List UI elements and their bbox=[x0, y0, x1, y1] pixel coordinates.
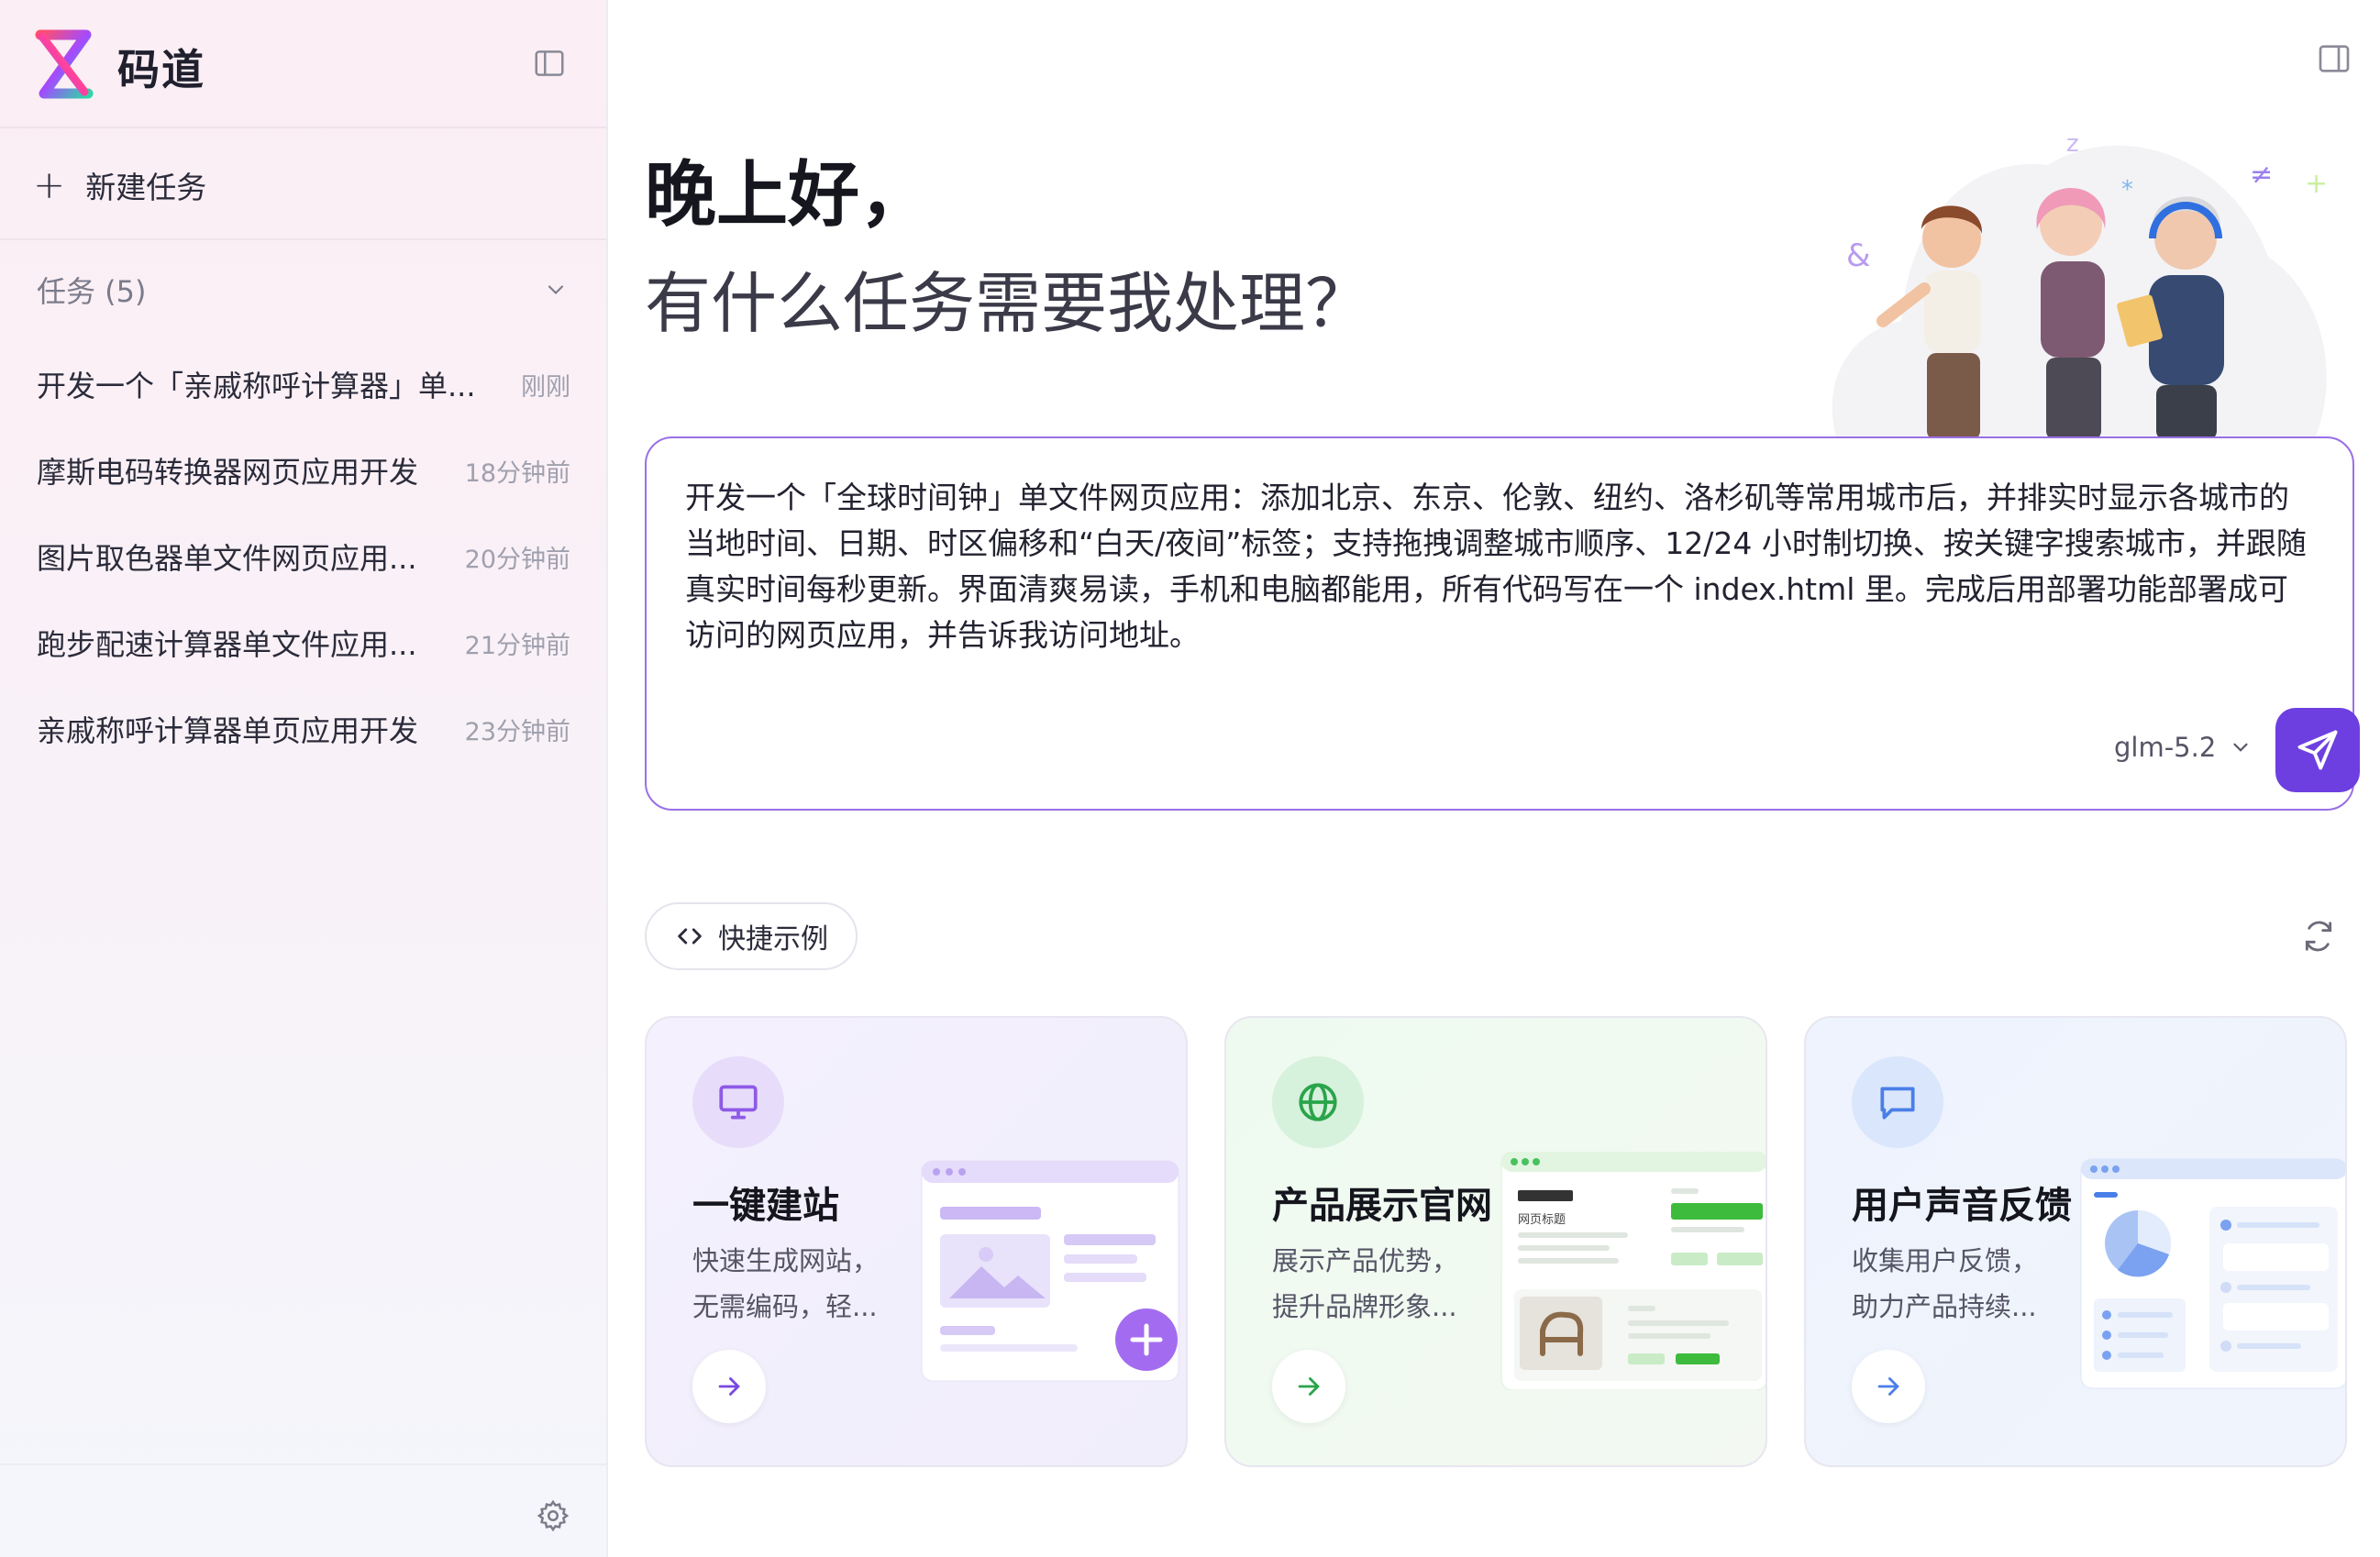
svg-text:z: z bbox=[2066, 130, 2079, 158]
model-label: glm-5.2 bbox=[2114, 732, 2217, 763]
preview-heading: 网页标题 bbox=[1518, 1213, 1566, 1227]
task-time: 21分钟前 bbox=[464, 631, 570, 660]
example-card-feedback[interactable]: 用户声音反馈 收集用户反馈，助力产品持续... bbox=[1804, 1016, 2347, 1467]
chevron-down-icon bbox=[548, 285, 564, 294]
refresh-icon[interactable] bbox=[2301, 919, 2336, 954]
sidebar-collapse-icon[interactable] bbox=[532, 46, 567, 81]
divider bbox=[0, 1463, 606, 1465]
arrow-right-icon bbox=[718, 1377, 740, 1396]
card-arrow-button[interactable] bbox=[692, 1350, 766, 1423]
send-button[interactable] bbox=[2275, 708, 2360, 792]
task-list: 开发一个「亲戚称呼计算器」单... 刚刚 摩斯电码转换器网页应用开发 18分钟前… bbox=[37, 341, 570, 772]
card-description: 快速生成网站，无需编码，轻... bbox=[692, 1245, 880, 1322]
prompt-text[interactable]: 开发一个「全球时间钟」单文件网页应用：添加北京、东京、伦敦、纽约、洛杉矶等常用城… bbox=[685, 475, 2318, 658]
app-title: 码道 bbox=[117, 45, 205, 94]
right-panel-toggle-icon[interactable] bbox=[2316, 40, 2352, 77]
card-arrow-button[interactable] bbox=[1852, 1350, 1925, 1423]
task-item[interactable]: 跑步配速计算器单文件应用... 21分钟前 bbox=[37, 600, 570, 686]
plus-icon: + bbox=[33, 162, 66, 207]
task-item[interactable]: 开发一个「亲戚称呼计算器」单... 刚刚 bbox=[37, 341, 570, 427]
task-time: 18分钟前 bbox=[464, 458, 570, 488]
model-selector[interactable]: glm-5.2 bbox=[2114, 732, 2253, 763]
card-title: 用户声音反馈 bbox=[1852, 1185, 2072, 1227]
card-title: 一键建站 bbox=[692, 1185, 839, 1227]
divider bbox=[0, 238, 606, 240]
app-window: 码道 + 新建任务 任务 (5) 开发一个「亲戚称呼计算器」单... 刚刚 摩斯… bbox=[0, 0, 2380, 1557]
card-description: 展示产品优势，提升品牌形象... bbox=[1272, 1245, 1459, 1322]
gear-icon[interactable] bbox=[536, 1498, 570, 1533]
send-icon bbox=[2297, 730, 2338, 770]
example-card-website[interactable]: 一键建站 快速生成网站，无需编码，轻... bbox=[645, 1016, 1188, 1467]
tasks-section-header[interactable]: 任务 (5) bbox=[37, 269, 569, 311]
task-item[interactable]: 摩斯电码转换器网页应用开发 18分钟前 bbox=[37, 427, 570, 513]
task-title: 亲戚称呼计算器单页应用开发 bbox=[37, 713, 419, 748]
sidebar: 码道 + 新建任务 任务 (5) 开发一个「亲戚称呼计算器」单... 刚刚 摩斯… bbox=[0, 0, 608, 1557]
new-task-button[interactable]: + 新建任务 bbox=[33, 158, 206, 213]
card-title: 产品展示官网 bbox=[1272, 1185, 1492, 1227]
svg-text:≠: ≠ bbox=[2250, 159, 2273, 191]
chevron-down-icon bbox=[2233, 743, 2248, 752]
monitor-icon-wrap bbox=[692, 1056, 784, 1148]
arrow-right-icon bbox=[1877, 1377, 1899, 1396]
globe-icon bbox=[1299, 1083, 1337, 1121]
greeting-subtitle: 有什么任务需要我处理？ bbox=[645, 265, 1372, 342]
task-time: 23分钟前 bbox=[464, 717, 570, 746]
svg-text:*: * bbox=[2121, 176, 2133, 204]
task-title: 开发一个「亲戚称呼计算器」单... bbox=[37, 369, 476, 403]
arrow-right-icon bbox=[1298, 1377, 1320, 1396]
task-time: 20分钟前 bbox=[464, 545, 570, 574]
monitor-icon bbox=[719, 1085, 758, 1120]
task-title: 图片取色器单文件网页应用... bbox=[37, 541, 417, 576]
card-arrow-button[interactable] bbox=[1272, 1350, 1345, 1423]
globe-icon-wrap bbox=[1272, 1056, 1364, 1148]
chat-icon-wrap bbox=[1852, 1056, 1943, 1148]
example-card-product-site[interactable]: 产品展示官网 展示产品优势，提升品牌形象... 网页标题 bbox=[1224, 1016, 1767, 1467]
task-item[interactable]: 图片取色器单文件网页应用... 20分钟前 bbox=[37, 513, 570, 600]
svg-text:&: & bbox=[1846, 237, 1871, 274]
main-panel: 晚上好， 有什么任务需要我处理？ & z * ≠ + 开发一个「全球时间钟」单文… bbox=[608, 0, 2380, 1557]
product-site-preview-illustration: 网页标题 bbox=[1500, 1152, 1766, 1390]
task-title: 跑步配速计算器单文件应用... bbox=[37, 627, 417, 662]
task-item[interactable]: 亲戚称呼计算器单页应用开发 23分钟前 bbox=[37, 686, 570, 772]
tasks-header-label: 任务 (5) bbox=[37, 274, 147, 309]
greeting-title: 晚上好， bbox=[645, 154, 932, 237]
prompt-textarea[interactable]: 开发一个「全球时间钟」单文件网页应用：添加北京、东京、伦敦、纽约、洛杉矶等常用城… bbox=[645, 436, 2360, 811]
task-time: 刚刚 bbox=[521, 372, 570, 402]
task-title: 摩斯电码转换器网页应用开发 bbox=[37, 455, 419, 490]
code-icon bbox=[678, 928, 702, 944]
quick-examples-chip[interactable]: 快捷示例 bbox=[645, 902, 858, 970]
new-task-label: 新建任务 bbox=[85, 170, 207, 205]
characters-illustration: & z * ≠ + bbox=[1832, 130, 2328, 440]
feedback-preview-illustration bbox=[2080, 1158, 2345, 1389]
quick-examples-label: 快捷示例 bbox=[718, 923, 828, 955]
app-logo-icon bbox=[35, 29, 94, 99]
card-description: 收集用户反馈，助力产品持续... bbox=[1852, 1245, 2039, 1322]
chat-icon bbox=[1880, 1087, 1915, 1120]
website-preview-illustration bbox=[921, 1160, 1179, 1382]
svg-text:+: + bbox=[2305, 168, 2328, 200]
sidebar-header: 码道 bbox=[0, 0, 606, 128]
